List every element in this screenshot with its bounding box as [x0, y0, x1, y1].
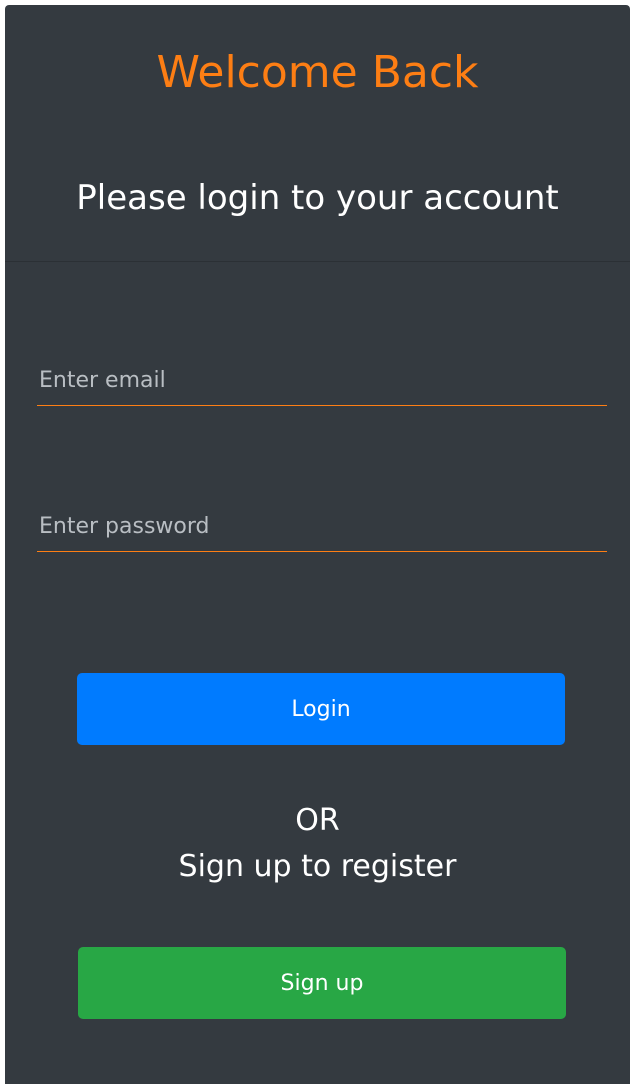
email-input[interactable]: [37, 356, 607, 406]
register-prompt: Sign up to register: [178, 849, 457, 884]
password-input[interactable]: [37, 502, 607, 552]
page-subtitle: Please login to your account: [76, 178, 559, 218]
signup-button[interactable]: Sign up: [78, 947, 566, 1019]
login-button[interactable]: Login: [77, 673, 565, 745]
login-card: Welcome Back Please login to your accoun…: [5, 5, 630, 1084]
page-title: Welcome Back: [156, 47, 479, 98]
or-separator: OR: [295, 803, 340, 838]
card-header: Welcome Back Please login to your accoun…: [5, 5, 630, 262]
